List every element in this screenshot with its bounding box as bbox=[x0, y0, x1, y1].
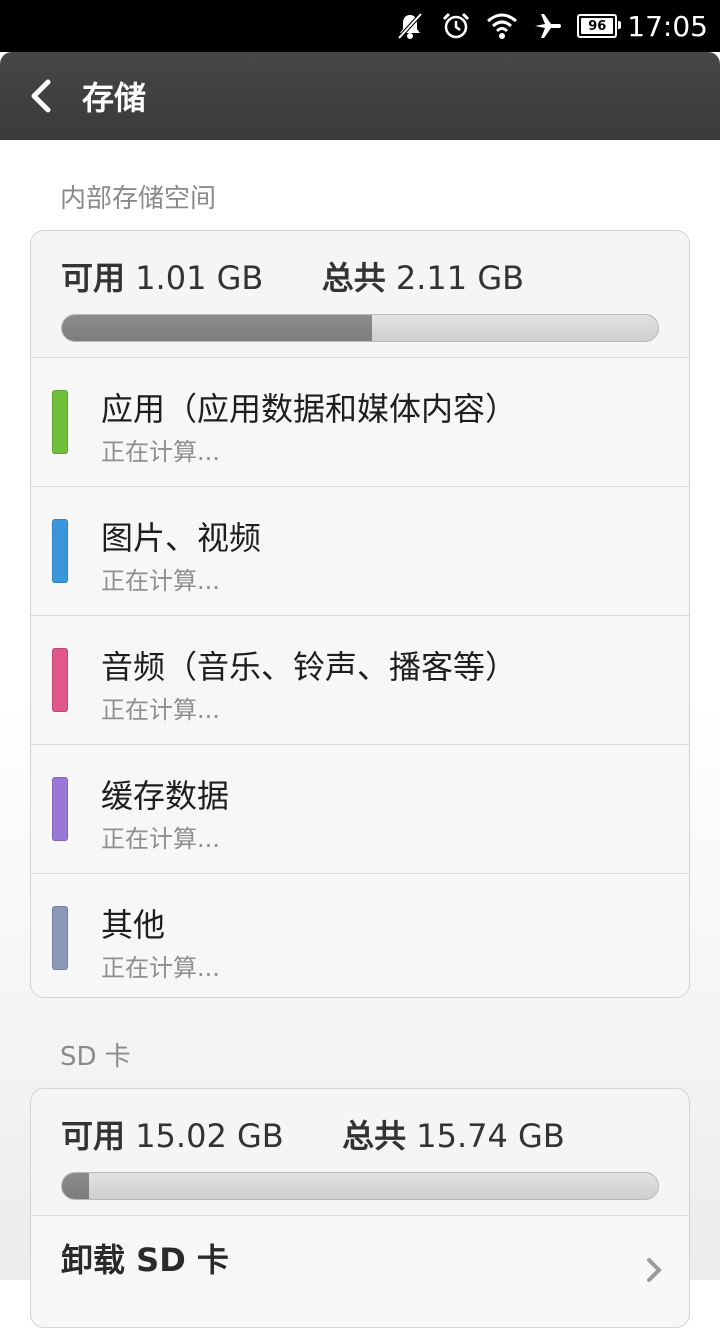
category-cache[interactable]: 缓存数据 正在计算... bbox=[31, 745, 689, 874]
internal-summary: 可用 1.01 GB 总共 2.11 GB bbox=[31, 231, 689, 358]
category-title: 图片、视频 bbox=[101, 519, 262, 557]
audio-color-swatch bbox=[52, 648, 68, 712]
category-title: 应用（应用数据和媒体内容） bbox=[101, 390, 518, 428]
category-title: 其他 bbox=[101, 906, 166, 944]
sd-card-storage-card: 可用 15.02 GB 总共 15.74 GB 卸载 SD 卡 bbox=[30, 1088, 690, 1328]
chevron-right-icon bbox=[647, 1258, 662, 1282]
battery-icon: 96 bbox=[577, 14, 622, 38]
internal-storage-card: 可用 1.01 GB 总共 2.11 GB 应用（应用数据和媒体内容） 正在计算… bbox=[30, 230, 690, 998]
status-bar: 96 17:05 bbox=[0, 0, 720, 52]
sd-total-value: 15.74 GB bbox=[416, 1117, 565, 1155]
back-arrow-icon bbox=[31, 79, 51, 113]
sd-available-value: 15.02 GB bbox=[135, 1117, 284, 1155]
other-color-swatch bbox=[52, 906, 68, 970]
unmount-sd-label: 卸载 SD 卡 bbox=[61, 1241, 229, 1279]
airplane-icon bbox=[531, 9, 565, 43]
alarm-icon bbox=[439, 9, 473, 43]
sd-capacity-text: 可用 15.02 GB 总共 15.74 GB bbox=[61, 1111, 565, 1157]
category-status: 正在计算... bbox=[101, 696, 220, 724]
category-status: 正在计算... bbox=[101, 567, 220, 595]
category-apps[interactable]: 应用（应用数据和媒体内容） 正在计算... bbox=[31, 358, 689, 487]
sd-usage-bar bbox=[61, 1172, 659, 1200]
category-status: 正在计算... bbox=[101, 438, 220, 466]
unmount-sd-button[interactable]: 卸载 SD 卡 bbox=[31, 1215, 689, 1295]
category-title: 缓存数据 bbox=[101, 777, 230, 815]
mute-icon bbox=[393, 9, 427, 43]
wifi-icon bbox=[485, 9, 519, 43]
internal-total-value: 2.11 GB bbox=[395, 259, 525, 297]
category-title: 音频（音乐、铃声、播客等） bbox=[101, 648, 518, 686]
back-button[interactable] bbox=[6, 52, 76, 140]
internal-storage-label: 内部存储空间 bbox=[60, 184, 217, 214]
category-status: 正在计算... bbox=[101, 825, 220, 853]
sd-available-label: 可用 bbox=[61, 1117, 126, 1155]
sd-summary: 可用 15.02 GB 总共 15.74 GB bbox=[31, 1089, 689, 1216]
action-bar: 存储 bbox=[0, 52, 720, 140]
internal-available-label: 可用 bbox=[61, 259, 126, 297]
internal-available-value: 1.01 GB bbox=[135, 259, 264, 297]
internal-usage-fill bbox=[62, 315, 372, 341]
sd-usage-fill bbox=[62, 1173, 90, 1199]
category-pictures-videos[interactable]: 图片、视频 正在计算... bbox=[31, 487, 689, 616]
category-other[interactable]: 其他 正在计算... bbox=[31, 874, 689, 997]
category-status: 正在计算... bbox=[101, 954, 220, 982]
category-audio[interactable]: 音频（音乐、铃声、播客等） 正在计算... bbox=[31, 616, 689, 745]
apps-color-swatch bbox=[52, 390, 68, 454]
clock: 17:05 bbox=[627, 9, 708, 43]
internal-usage-bar bbox=[61, 314, 659, 342]
page-title: 存储 bbox=[82, 79, 147, 117]
sd-total-label: 总共 bbox=[342, 1117, 407, 1155]
battery-level: 96 bbox=[588, 18, 607, 34]
pictures-color-swatch bbox=[52, 519, 68, 583]
cache-color-swatch bbox=[52, 777, 68, 841]
sd-card-label: SD 卡 bbox=[60, 1042, 131, 1072]
internal-capacity-text: 可用 1.01 GB 总共 2.11 GB bbox=[61, 253, 524, 299]
internal-total-label: 总共 bbox=[321, 259, 386, 297]
